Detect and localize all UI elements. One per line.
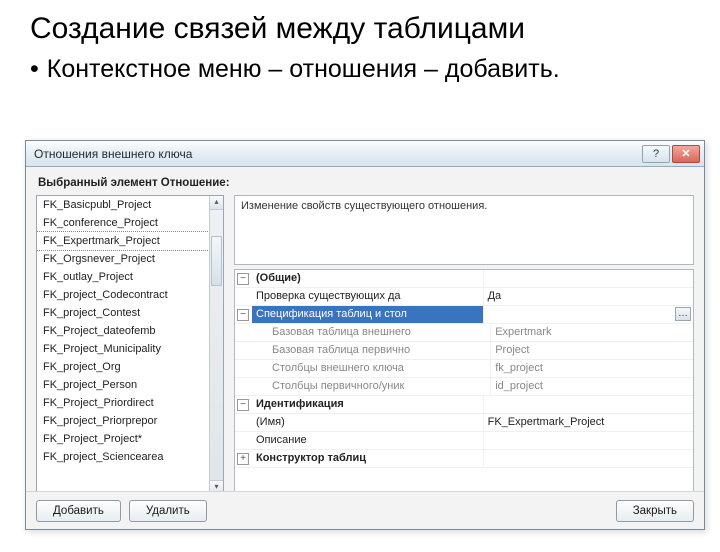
prop-value[interactable]: FK_Expertmark_Project (483, 414, 693, 431)
list-item[interactable]: FK_Expertmark_Project (37, 232, 209, 250)
property-grid[interactable]: − (Общие) Проверка существующих да Да − … (234, 269, 694, 495)
prop-value[interactable] (483, 432, 693, 449)
dialog-body: Выбранный элемент Отношение: FK_Basicpub… (26, 167, 704, 491)
scroll-thumb[interactable] (211, 236, 222, 286)
relations-list-items: FK_Basicpubl_Project FK_conference_Proje… (37, 196, 209, 466)
list-item[interactable]: FK_project_Org (37, 358, 209, 376)
prop-value[interactable]: Да (483, 288, 693, 305)
titlebar[interactable]: Отношения внешнего ключа ? ✕ (26, 141, 704, 167)
prop-value (483, 450, 693, 467)
selected-relation-label: Выбранный элемент Отношение: (38, 177, 694, 189)
prop-name: (Имя) (252, 414, 483, 431)
scroll-track[interactable] (210, 210, 223, 480)
list-item[interactable]: FK_Project_Priordirect (37, 394, 209, 412)
content-row: FK_Basicpubl_Project FK_conference_Proje… (36, 195, 694, 495)
list-item[interactable]: FK_Project_Municipality (37, 340, 209, 358)
prop-pk-columns[interactable]: Столбцы первичного/уник id_project (235, 378, 693, 396)
scroll-up-icon[interactable]: ▴ (210, 196, 223, 210)
list-scrollbar[interactable]: ▴ ▾ (209, 196, 223, 494)
list-item[interactable]: FK_outlay_Project (37, 268, 209, 286)
list-item[interactable]: FK_project_Person (37, 376, 209, 394)
prop-value (483, 396, 693, 413)
prop-name: Столбцы первичного/уник (252, 378, 490, 395)
list-item[interactable]: FK_conference_Project (37, 214, 209, 232)
slide-bullet: • Контекстное меню – отношения – добавить… (30, 54, 720, 85)
prop-base-fk-table[interactable]: Базовая таблица внешнего Expertmark (235, 324, 693, 342)
prop-name: Проверка существующих да (252, 288, 483, 305)
prop-name: (Общие) (252, 270, 483, 287)
list-item[interactable]: FK_Basicpubl_Project (37, 196, 209, 214)
prop-base-pk-table[interactable]: Базовая таблица первично Project (235, 342, 693, 360)
prop-spec-tables[interactable]: − Спецификация таблиц и стол … (235, 306, 693, 324)
properties-pane: Изменение свойств существующего отношени… (234, 195, 694, 495)
prop-fk-columns[interactable]: Столбцы внешнего ключа fk_project (235, 360, 693, 378)
list-item[interactable]: FK_project_Contest (37, 304, 209, 322)
list-item[interactable]: FK_Orgsnever_Project (37, 250, 209, 268)
add-button[interactable]: Добавить (36, 500, 121, 522)
help-button[interactable]: ? (642, 145, 670, 163)
prop-value: Expertmark (490, 324, 693, 341)
collapse-icon[interactable]: − (237, 399, 249, 411)
delete-button[interactable]: Удалить (129, 500, 207, 522)
slide-title: Создание связей между таблицами (30, 12, 720, 46)
bullet-text: Контекстное меню – отношения – добавить. (47, 55, 560, 83)
prop-category-designer[interactable]: + Конструктор таблиц (235, 450, 693, 468)
prop-name: Базовая таблица внешнего (252, 324, 490, 341)
prop-value (483, 270, 693, 287)
prop-value: id_project (490, 378, 693, 395)
description-box: Изменение свойств существующего отношени… (234, 195, 694, 265)
relations-list-wrap: FK_Basicpubl_Project FK_conference_Proje… (36, 195, 224, 495)
prop-name: Столбцы внешнего ключа (252, 360, 490, 377)
bullet-dot-icon: • (30, 55, 39, 83)
list-item[interactable]: FK_project_Sciencearea (37, 448, 209, 466)
list-item[interactable]: FK_project_Priorprepor (37, 412, 209, 430)
close-button[interactable]: Закрыть (616, 500, 694, 522)
prop-name: Конструктор таблиц (252, 450, 483, 467)
list-item[interactable]: FK_project_Codecontract (37, 286, 209, 304)
collapse-icon[interactable]: − (237, 273, 249, 285)
prop-category-general[interactable]: − (Общие) (235, 270, 693, 288)
prop-name: Идентификация (252, 396, 483, 413)
prop-name: Спецификация таблиц и стол (252, 306, 483, 323)
prop-value: Project (490, 342, 693, 359)
prop-check-existing[interactable]: Проверка существующих да Да (235, 288, 693, 306)
list-item[interactable]: FK_Project_dateofemb (37, 322, 209, 340)
collapse-icon[interactable]: − (237, 309, 249, 321)
prop-name: Базовая таблица первично (252, 342, 490, 359)
close-window-button[interactable]: ✕ (672, 145, 700, 163)
prop-value[interactable]: … (483, 306, 693, 323)
prop-category-ident[interactable]: − Идентификация (235, 396, 693, 414)
prop-name: Описание (252, 432, 483, 449)
list-item[interactable]: FK_Project_Project* (37, 430, 209, 448)
fk-relations-dialog: Отношения внешнего ключа ? ✕ Выбранный э… (25, 140, 705, 530)
ellipsis-button[interactable]: … (675, 307, 691, 321)
expand-icon[interactable]: + (237, 453, 249, 465)
prop-name-row[interactable]: (Имя) FK_Expertmark_Project (235, 414, 693, 432)
prop-description-row[interactable]: Описание (235, 432, 693, 450)
dialog-title: Отношения внешнего ключа (34, 147, 640, 161)
relations-listbox[interactable]: FK_Basicpubl_Project FK_conference_Proje… (36, 195, 224, 495)
prop-value: fk_project (490, 360, 693, 377)
dialog-footer: Добавить Удалить Закрыть (26, 491, 704, 529)
